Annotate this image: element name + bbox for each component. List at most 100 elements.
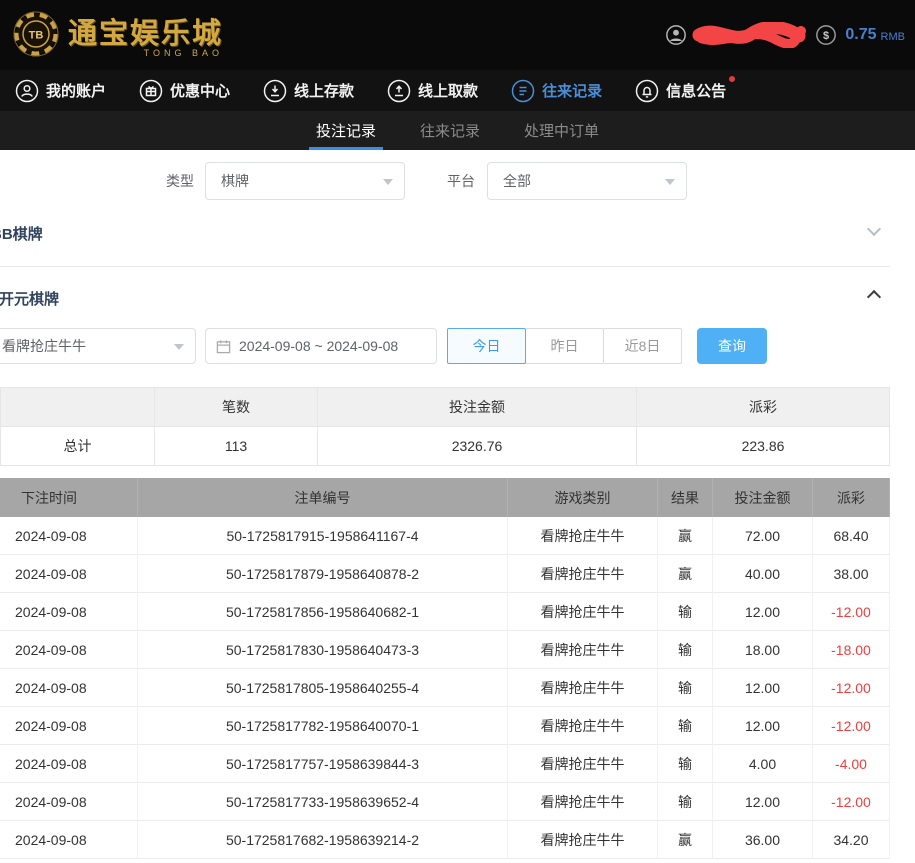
currency-icon: $ xyxy=(815,24,837,46)
today-button[interactable]: 今日 xyxy=(447,328,526,364)
balance-currency: RMB xyxy=(881,31,905,43)
cell-bet-time: 2024-09-08 xyxy=(0,745,138,783)
header-bet-amount: 投注金额 xyxy=(713,478,813,517)
table-body: 2024-09-08 50-1725817915-1958641167-4 看牌… xyxy=(0,517,890,859)
table-row[interactable]: 2024-09-08 50-1725817915-1958641167-4 看牌… xyxy=(0,517,890,555)
chevron-down-icon xyxy=(665,179,675,185)
date-range-picker[interactable]: 2024-09-08 ~ 2024-09-08 xyxy=(205,328,437,364)
promo-icon xyxy=(139,79,163,103)
table-row[interactable]: 2024-09-08 50-1725817830-1958640473-3 看牌… xyxy=(0,631,890,669)
notification-dot xyxy=(729,76,735,82)
summary-total-row: 总计 113 2326.76 223.86 xyxy=(0,427,890,466)
summary-total-label: 总计 xyxy=(0,427,155,466)
nav-item-promotions[interactable]: 优惠中心 xyxy=(139,79,230,103)
cell-result: 输 xyxy=(658,631,713,669)
cell-game-type: 看牌抢庄牛牛 xyxy=(508,631,658,669)
table-row[interactable]: 2024-09-08 50-1725817757-1958639844-3 看牌… xyxy=(0,745,890,783)
header-bet-id: 注单编号 xyxy=(138,478,508,517)
cell-bet-id: 50-1725817733-1958639652-4 xyxy=(138,783,508,821)
cell-bet-time: 2024-09-08 xyxy=(0,593,138,631)
summary-header-count: 笔数 xyxy=(155,387,318,427)
date-range-value: 2024-09-08 ~ 2024-09-08 xyxy=(239,338,398,354)
table-header-row: 下注时间 注单编号 游戏类别 结果 投注金额 派彩 xyxy=(0,478,890,517)
user-icon xyxy=(15,79,39,103)
cell-payout: 34.20 xyxy=(813,821,890,859)
type-filter-label: 类型 xyxy=(166,162,194,200)
sub-navbar: 投注记录 往来记录 处理中订单 xyxy=(0,111,915,150)
platform-filter-label: 平台 xyxy=(447,162,475,200)
cell-game-type: 看牌抢庄牛牛 xyxy=(508,517,658,555)
query-button[interactable]: 查询 xyxy=(697,328,767,364)
content-area: 类型 棋牌 平台 全部 BB棋牌 开元棋牌 看牌抢庄牛牛 2024-09-08 … xyxy=(0,150,915,863)
cell-bet-id: 50-1725817805-1958640255-4 xyxy=(138,669,508,707)
clipped-next-row xyxy=(0,859,890,863)
cell-bet-id: 50-1725817830-1958640473-3 xyxy=(138,631,508,669)
cell-payout: -12.00 xyxy=(813,707,890,745)
cell-payout: -4.00 xyxy=(813,745,890,783)
user-avatar-icon[interactable] xyxy=(665,24,687,46)
cell-bet-id: 50-1725817757-1958639844-3 xyxy=(138,745,508,783)
page: TB 通宝娱乐城 TONG BAO $ 0.75 RMB xyxy=(0,0,915,863)
tab-processing-orders[interactable]: 处理中订单 xyxy=(524,111,599,150)
collapse-chevron-up-icon[interactable] xyxy=(867,290,881,304)
cell-result: 赢 xyxy=(658,555,713,593)
collapse-chevron-down-icon[interactable] xyxy=(867,222,881,236)
cell-bet-amount: 12.00 xyxy=(713,593,813,631)
cell-game-type: 看牌抢庄牛牛 xyxy=(508,821,658,859)
cell-bet-time: 2024-09-08 xyxy=(0,783,138,821)
table-row[interactable]: 2024-09-08 50-1725817782-1958640070-1 看牌… xyxy=(0,707,890,745)
section-title-bb[interactable]: BB棋牌 xyxy=(0,223,43,244)
summary-header-empty xyxy=(0,387,155,427)
type-select[interactable]: 棋牌 xyxy=(205,162,405,200)
tab-transaction-records[interactable]: 往来记录 xyxy=(420,111,480,150)
casino-chip-icon: TB xyxy=(12,10,60,58)
table-row[interactable]: 2024-09-08 50-1725817879-1958640878-2 看牌… xyxy=(0,555,890,593)
summary-table: 笔数 投注金额 派彩 总计 113 2326.76 223.86 xyxy=(0,387,890,466)
cell-bet-amount: 12.00 xyxy=(713,669,813,707)
balance-amount: 0.75 xyxy=(845,26,876,44)
table-row[interactable]: 2024-09-08 50-1725817805-1958640255-4 看牌… xyxy=(0,669,890,707)
summary-header-row: 笔数 投注金额 派彩 xyxy=(0,387,890,427)
nav-item-records[interactable]: 往来记录 xyxy=(511,79,602,103)
nav-label: 往来记录 xyxy=(542,80,602,101)
header-game-type: 游戏类别 xyxy=(508,478,658,517)
cell-bet-id: 50-1725817879-1958640878-2 xyxy=(138,555,508,593)
game-select[interactable]: 看牌抢庄牛牛 xyxy=(0,328,196,364)
cell-game-type: 看牌抢庄牛牛 xyxy=(508,669,658,707)
cell-payout: 68.40 xyxy=(813,517,890,555)
cell-game-type: 看牌抢庄牛牛 xyxy=(508,745,658,783)
header-payout: 派彩 xyxy=(813,478,890,517)
tab-bet-records[interactable]: 投注记录 xyxy=(316,111,376,150)
cell-payout: -12.00 xyxy=(813,783,890,821)
nav-item-deposit[interactable]: 线上存款 xyxy=(263,79,354,103)
cell-bet-time: 2024-09-08 xyxy=(0,669,138,707)
cell-payout: -18.00 xyxy=(813,631,890,669)
summary-count-value: 113 xyxy=(155,427,318,466)
cell-payout: -12.00 xyxy=(813,593,890,631)
nav-item-announcements[interactable]: 信息公告 xyxy=(635,79,726,103)
cell-bet-id: 50-1725817915-1958641167-4 xyxy=(138,517,508,555)
cell-result: 输 xyxy=(658,745,713,783)
cell-result: 输 xyxy=(658,669,713,707)
cell-game-type: 看牌抢庄牛牛 xyxy=(508,783,658,821)
table-row[interactable]: 2024-09-08 50-1725817733-1958639652-4 看牌… xyxy=(0,783,890,821)
last8days-button[interactable]: 近8日 xyxy=(603,328,682,364)
brand-logo[interactable]: TB 通宝娱乐城 TONG BAO xyxy=(12,10,223,58)
summary-header-payout: 派彩 xyxy=(637,387,890,427)
account-area: $ 0.75 RMB xyxy=(665,0,905,70)
platform-select[interactable]: 全部 xyxy=(487,162,687,200)
bell-icon xyxy=(635,79,659,103)
brand-subtitle: TONG BAO xyxy=(144,48,223,58)
yesterday-button[interactable]: 昨日 xyxy=(525,328,604,364)
nav-item-my-account[interactable]: 我的账户 xyxy=(15,79,106,103)
table-row[interactable]: 2024-09-08 50-1725817682-1958639214-2 看牌… xyxy=(0,821,890,859)
cell-result: 输 xyxy=(658,783,713,821)
nav-item-withdraw[interactable]: 线上取款 xyxy=(387,79,478,103)
section-title-kaiyuan[interactable]: 开元棋牌 xyxy=(0,288,59,309)
table-row[interactable]: 2024-09-08 50-1725817856-1958640682-1 看牌… xyxy=(0,593,890,631)
calendar-icon xyxy=(216,339,231,354)
cell-bet-id: 50-1725817856-1958640682-1 xyxy=(138,593,508,631)
chevron-down-icon xyxy=(383,179,393,185)
svg-text:$: $ xyxy=(823,30,829,42)
cell-game-type: 看牌抢庄牛牛 xyxy=(508,555,658,593)
